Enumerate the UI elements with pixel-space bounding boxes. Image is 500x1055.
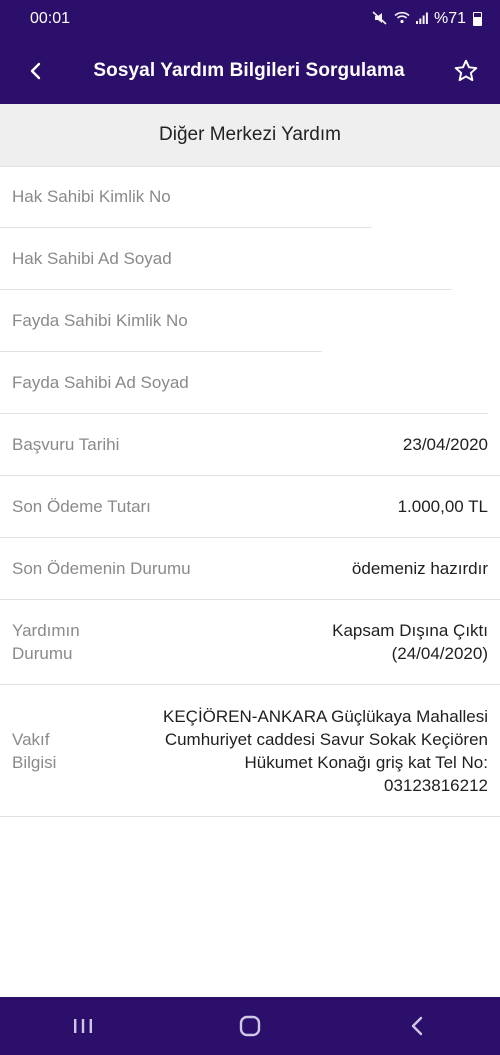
status-bar: 00:01 %71 xyxy=(0,0,500,38)
hak-sahibi-kimlik-field[interactable]: Hak Sahibi Kimlik No xyxy=(0,166,500,228)
mute-icon xyxy=(372,10,388,28)
yardim-durumu-row: Yardımın Durumu Kapsam Dışına Çıktı (24/… xyxy=(0,600,500,685)
row-value: KEÇİÖREN-ANKARA Güçlükaya Mahallesi Cumh… xyxy=(163,705,488,797)
home-button[interactable] xyxy=(210,997,290,1055)
recent-apps-icon xyxy=(74,1019,93,1033)
field-placeholder: Hak Sahibi Ad Soyad xyxy=(12,249,172,268)
row-value: ödemeniz hazırdır xyxy=(351,558,488,578)
row-label-line: Durumu xyxy=(12,644,73,663)
star-icon xyxy=(454,59,478,82)
fayda-sahibi-kimlik-field[interactable]: Fayda Sahibi Kimlik No xyxy=(0,290,500,352)
section-header: Diğer Merkezi Yardım xyxy=(0,104,500,167)
field-placeholder: Fayda Sahibi Ad Soyad xyxy=(12,373,189,392)
system-back-button[interactable] xyxy=(377,997,457,1055)
row-value-line: Kapsam Dışına Çıktı xyxy=(332,621,488,640)
hak-sahibi-ad-soyad-field[interactable]: Hak Sahibi Ad Soyad xyxy=(0,228,500,290)
row-label-line: Bilgisi xyxy=(12,752,57,772)
row-label-line: Vakıf xyxy=(12,729,50,749)
battery-percent: %71 xyxy=(433,10,466,27)
row-label: Başvuru Tarihi xyxy=(12,434,120,454)
row-label: Vakıf Bilgisi xyxy=(12,728,56,774)
system-nav-bar xyxy=(0,997,500,1055)
app-bar: Sosyal Yardım Bilgileri Sorgulama xyxy=(0,38,500,104)
son-odeme-durumu-row: Son Ödemenin Durumu ödemeniz hazırdır xyxy=(0,538,500,600)
details-list: Hak Sahibi Kimlik No Hak Sahibi Ad Soyad… xyxy=(0,166,500,817)
row-value-line: 03123816212 xyxy=(383,775,488,795)
battery-icon xyxy=(473,12,482,26)
row-value: 1.000,00 TL xyxy=(397,496,488,516)
field-placeholder: Fayda Sahibi Kimlik No xyxy=(12,311,188,330)
row-label: Yardımın Durumu xyxy=(12,619,80,665)
favorite-button[interactable] xyxy=(448,51,484,91)
back-arrow-icon xyxy=(411,1016,422,1036)
back-button[interactable] xyxy=(20,51,50,91)
row-value: 23/04/2020 xyxy=(402,434,488,454)
row-value-line: (24/04/2020) xyxy=(391,644,488,663)
recent-apps-button[interactable] xyxy=(43,997,123,1055)
signal-icon xyxy=(415,11,428,27)
vakif-bilgisi-row: Vakıf Bilgisi KEÇİÖREN-ANKARA Güçlükaya … xyxy=(0,685,500,817)
row-value: Kapsam Dışına Çıktı (24/04/2020) xyxy=(332,619,488,665)
basvuru-tarihi-row: Başvuru Tarihi 23/04/2020 xyxy=(0,414,500,476)
row-label-line: Yardımın xyxy=(12,621,80,640)
status-time: 00:01 xyxy=(30,10,71,27)
status-icons: %71 xyxy=(372,10,482,28)
son-odeme-tutari-row: Son Ödeme Tutarı 1.000,00 TL xyxy=(0,476,500,538)
field-divider xyxy=(0,413,488,414)
row-value-line: Hükumet Konağı griş kat Tel No: xyxy=(244,752,488,772)
row-value-line: KEÇİÖREN-ANKARA Güçlükaya Mahallesi xyxy=(162,706,488,726)
chevron-left-icon xyxy=(30,62,41,80)
page-title: Sosyal Yardım Bilgileri Sorgulama xyxy=(93,60,405,81)
home-icon xyxy=(239,1015,261,1037)
section-title: Diğer Merkezi Yardım xyxy=(159,124,341,145)
row-label: Son Ödeme Tutarı xyxy=(12,496,151,516)
fayda-sahibi-ad-soyad-field[interactable]: Fayda Sahibi Ad Soyad xyxy=(0,352,500,414)
row-value-line: Cumhuriyet caddesi Savur Sokak Keçiören xyxy=(164,729,488,749)
field-placeholder: Hak Sahibi Kimlik No xyxy=(12,187,171,206)
row-label: Son Ödemenin Durumu xyxy=(12,558,191,578)
wifi-icon xyxy=(394,11,410,27)
